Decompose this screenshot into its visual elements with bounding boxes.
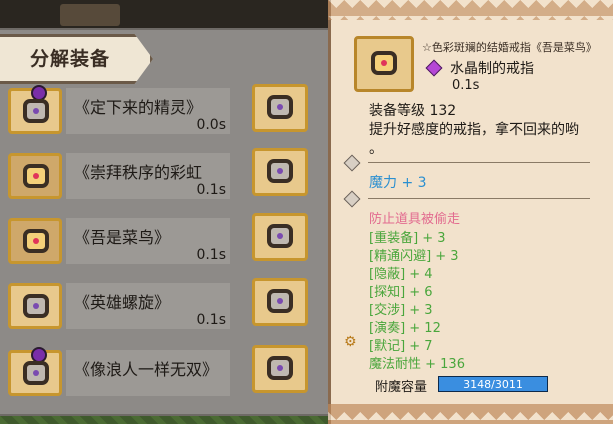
glove-icon xyxy=(267,159,293,183)
item-row[interactable]: 《崇拜秩序的彩虹 0.1s xyxy=(8,153,230,207)
stat-line: [重装备] + 3 xyxy=(369,231,446,246)
item-row[interactable]: 《吾是菜鸟》 0.1s xyxy=(8,218,230,272)
tooltip-subtitle: 水晶制的戒指 xyxy=(450,61,534,77)
tooltip-level: 装备等级 132 xyxy=(369,103,457,119)
ring-icon xyxy=(23,294,49,318)
ring-icon xyxy=(371,51,397,75)
key-icon: ⚙ xyxy=(344,334,357,350)
item-slot[interactable] xyxy=(8,85,62,134)
item-slot[interactable] xyxy=(8,153,62,199)
tooltip-item-name: ☆色彩斑斓的结婚戒指《吾是菜鸟》 xyxy=(422,41,597,54)
divider xyxy=(368,198,590,199)
necklace-icon xyxy=(267,289,293,313)
capacity-label: 附魔容量 xyxy=(375,380,428,395)
tooltip-description: 提升好感度的戒指，拿不回来的哟 xyxy=(369,122,579,138)
item-row[interactable]: 《定下来的精灵》 0.0s xyxy=(8,85,230,142)
ring-icon xyxy=(23,229,49,253)
panel-title: 分解装备 xyxy=(30,48,111,70)
item-name: 《崇拜秩序的彩虹 xyxy=(74,163,203,182)
item-name: 《英雄螺旋》 xyxy=(74,293,171,312)
ring-icon xyxy=(267,224,293,248)
item-slot[interactable] xyxy=(8,283,62,329)
stat-line: [精通闪避] + 3 xyxy=(369,249,459,264)
tooltip-top-border xyxy=(328,0,613,20)
tooltip-main-stat: 魔力 + 3 xyxy=(369,175,427,191)
tooltip-special: 防止道具被偷走 xyxy=(369,212,461,227)
tooltip-subtitle-time: 0.1s xyxy=(452,78,480,93)
stat-line: [默记] + 7 xyxy=(369,339,433,354)
tooltip-description-end: 。 xyxy=(369,141,383,157)
stat-line: 魔法耐性 + 136 xyxy=(369,357,465,372)
item-time: 0.1s xyxy=(196,182,226,198)
item-time: 0.1s xyxy=(196,247,226,263)
stat-line: [演奏] + 12 xyxy=(369,321,441,336)
item-row[interactable]: 《英雄螺旋》 0.1s xyxy=(8,283,230,337)
item-slot[interactable] xyxy=(8,218,62,264)
item-slot[interactable] xyxy=(8,347,62,396)
ring-icon xyxy=(23,361,49,385)
capacity-value: 3148/3011 xyxy=(463,378,523,391)
item-name: 《吾是菜鸟》 xyxy=(74,228,171,247)
item-slot-right[interactable] xyxy=(252,345,308,393)
item-time: 0.1s xyxy=(196,312,226,328)
ring-icon xyxy=(267,356,293,380)
stat-line: [隐蔽] + 4 xyxy=(369,267,433,282)
stat-line: [探知] + 6 xyxy=(369,285,433,300)
item-time: 0.0s xyxy=(196,117,226,133)
item-slot-right[interactable] xyxy=(252,148,308,196)
tooltip-bottom-border xyxy=(328,404,613,424)
top-wall xyxy=(0,0,340,30)
item-name: 《定下来的精灵》 xyxy=(74,98,203,117)
ring-icon xyxy=(267,95,293,119)
item-slot-right[interactable] xyxy=(252,278,308,326)
divider xyxy=(368,162,590,163)
ring-icon xyxy=(23,99,49,123)
item-row[interactable]: 《像浪人一样无双》 xyxy=(8,347,230,404)
ring-icon xyxy=(23,164,49,188)
tooltip-item-slot xyxy=(354,36,414,92)
item-slot-right[interactable] xyxy=(252,84,308,132)
item-slot-right[interactable] xyxy=(252,213,308,261)
capacity-bar: 3148/3011 xyxy=(438,376,548,392)
item-name: 《像浪人一样无双》 xyxy=(74,360,219,379)
stat-line: [交涉] + 3 xyxy=(369,303,433,318)
